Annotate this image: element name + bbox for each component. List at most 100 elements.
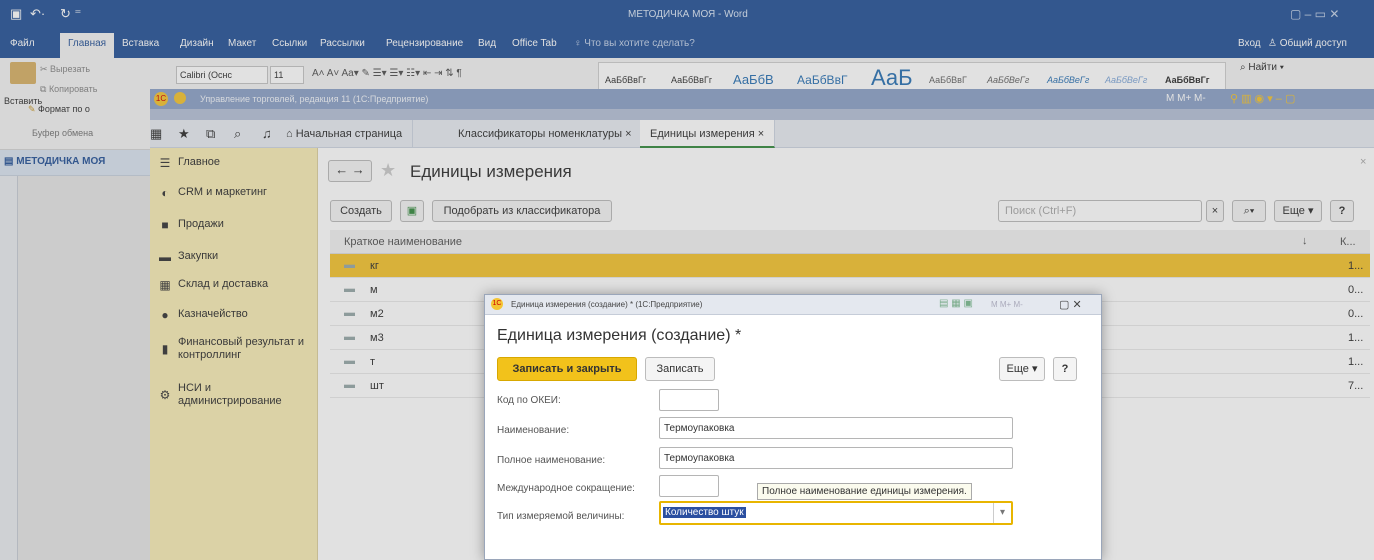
style-item[interactable]: АаБбВеГг (1105, 75, 1147, 85)
style-item[interactable]: АаБбВвГ (797, 73, 847, 87)
tab-units[interactable]: Единицы измерения × (640, 120, 776, 148)
font-tools-icon[interactable]: A˄ A˅ Aa▾ ✎ ☰▾ ☰▾ ☷▾ ⇤ ⇥ ⇅ ¶ (312, 68, 462, 79)
chart-icon: ▮ (161, 342, 169, 356)
dialog-tool-icons[interactable]: ▤ ▦ ▣ (939, 298, 973, 309)
dialog-title-bar: 1C Единица измерения (создание) * (1С:Пр… (485, 295, 1101, 315)
table-row[interactable]: ▬ кг 1... (330, 254, 1370, 278)
word-title-bar: ▣ ↶· ↻ ⁼ МЕТОДИЧКА МОЯ - Word ▢ – ▭ ✕ (0, 0, 1374, 30)
onec-panel-tabs: ▦ ★ ⧉ ⌕ ♫ ⌂ Начальная страница Классифик… (150, 120, 1374, 148)
dialog-window-buttons[interactable]: ▢ ✕ (1059, 298, 1082, 311)
pick-from-classifier-button[interactable]: Подобрать из классификатора (432, 200, 612, 222)
column-code[interactable]: К... (1340, 236, 1356, 248)
chevron-down-icon[interactable]: ▾ (993, 503, 1011, 523)
font-size-select[interactable]: 11 (270, 66, 304, 84)
dialog-memory-status: M M+ M- (991, 300, 1023, 309)
name-label: Наименование: (497, 425, 570, 436)
style-item[interactable]: АаБбВ (733, 72, 774, 87)
tab-home[interactable]: Главная (60, 33, 115, 58)
find-button[interactable]: ⌕ Найти ▾ (1240, 62, 1284, 73)
section-purchases[interactable]: ▬ Закупки (150, 250, 318, 268)
quantity-type-select[interactable]: Количество штук ▾ (659, 501, 1013, 525)
scissors-icon: ✂ (40, 64, 51, 74)
style-item[interactable]: АаБбВвГг (1165, 75, 1210, 85)
tab-nomenclature-classifiers[interactable]: Классификаторы номенклатуры × (448, 120, 643, 148)
section-sales[interactable]: ■ Продажи (150, 218, 318, 236)
style-item[interactable]: АаБбВвГг (671, 75, 712, 85)
section-admin[interactable]: ⚙ НСИ и администрирование (150, 382, 318, 410)
item-icon: ▬ (344, 331, 355, 343)
lightbulb-icon: ♀ (574, 38, 585, 49)
help-button[interactable]: ? (1330, 200, 1354, 222)
close-icon[interactable]: × (1360, 156, 1366, 168)
dialog-help-button[interactable]: ? (1053, 357, 1077, 381)
person-icon: ♙ (1268, 38, 1280, 49)
onec-title-gap (150, 109, 1374, 120)
vertical-ruler (0, 176, 18, 560)
dialog-more-button[interactable]: Еще ▾ (999, 357, 1045, 381)
warehouse-icon: ▦ (159, 278, 171, 292)
format-painter-button[interactable]: ✎ Формат по о (28, 104, 90, 115)
save-icon[interactable]: ▣ (10, 6, 22, 22)
paste-icon[interactable] (10, 62, 36, 84)
tab-file[interactable]: Файл (10, 38, 35, 49)
section-treasury[interactable]: ● Казначейство (150, 308, 318, 326)
cut-button[interactable]: ✂ Вырезать (40, 64, 90, 75)
search-input[interactable]: Поиск (Ctrl+F) (998, 200, 1202, 222)
tab-insert[interactable]: Вставка (122, 38, 159, 49)
copy-doc-icon[interactable]: ▣ (400, 200, 424, 222)
favorites-icon[interactable]: ★ (178, 126, 190, 142)
brush-icon: ✎ (28, 104, 39, 114)
onec-toolbar-icons[interactable]: ⚲ ▥ ◉ ▾ – ▢ (1230, 92, 1295, 105)
document-tab[interactable]: ▤ МЕТОДИЧКА МОЯ (4, 156, 105, 167)
save-and-close-button[interactable]: Записать и закрыть (497, 357, 637, 381)
style-item[interactable]: АаБбВвГ (929, 75, 967, 85)
bell-icon[interactable]: ♫ (262, 126, 272, 141)
create-button[interactable]: Создать (330, 200, 392, 222)
search-icon[interactable]: ⌕ (234, 126, 241, 142)
sign-in-link[interactable]: Вход (1238, 38, 1261, 49)
sort-icon[interactable]: ↓ (1302, 235, 1308, 247)
style-item[interactable]: АаБбВеГг (987, 75, 1029, 85)
document-icon: ▤ (4, 156, 17, 167)
name-input[interactable]: Термоупаковка (659, 417, 1013, 439)
tell-me-box[interactable]: ♀ Что вы хотите сделать? (574, 38, 695, 49)
intl-abbr-label: Международное сокращение: (497, 483, 635, 494)
history-icon[interactable]: ⧉ (206, 126, 215, 142)
save-button[interactable]: Записать (645, 357, 715, 381)
section-main[interactable]: ☰ Главное (150, 156, 318, 174)
tab-mailings[interactable]: Рассылки (320, 38, 365, 49)
style-item[interactable]: АаБбВеГг (1047, 75, 1089, 85)
okei-input[interactable] (659, 389, 719, 411)
intl-abbr-input[interactable] (659, 475, 719, 497)
back-forward-buttons[interactable]: ← → (328, 160, 372, 182)
tab-home-page[interactable]: ⌂ Начальная страница (276, 120, 414, 148)
section-crm[interactable]: ◐ CRM и маркетинг (150, 186, 318, 204)
tab-office-tab[interactable]: Office Tab (512, 38, 557, 49)
more-button[interactable]: Еще ▾ (1274, 200, 1322, 222)
copy-button[interactable]: ⧉ Копировать (40, 84, 97, 95)
undo-icon[interactable]: ↶· (30, 6, 45, 22)
clear-search-icon[interactable]: × (1206, 200, 1224, 222)
section-warehouse[interactable]: ▦ Склад и доставка (150, 278, 318, 296)
style-item[interactable]: АаБ (871, 65, 913, 91)
search-button[interactable]: ⌕▾ (1232, 200, 1266, 222)
tab-layout[interactable]: Макет (228, 38, 256, 49)
window-controls-icon[interactable]: ▢ – ▭ ✕ (1290, 7, 1339, 21)
page-title: Единицы измерения (410, 162, 572, 181)
column-short-name[interactable]: Краткое наименование (344, 236, 462, 248)
tab-view[interactable]: Вид (478, 38, 496, 49)
apps-grid-icon[interactable]: ▦ (150, 126, 162, 142)
tab-review[interactable]: Рецензирование (386, 38, 463, 49)
onec-menu-icon[interactable] (174, 92, 186, 104)
share-button[interactable]: ♙ Общий доступ (1268, 38, 1347, 49)
font-name-select[interactable]: Calibri (Оснс (176, 66, 268, 84)
onec-logo-icon: 1C (154, 92, 168, 106)
section-finance[interactable]: ▮ Финансовый результат и контроллинг (150, 336, 318, 364)
redo-icon[interactable]: ↻ ⁼ (60, 6, 81, 22)
favorite-star-icon[interactable]: ★ (380, 160, 396, 181)
full-name-input[interactable]: Термоупаковка (659, 447, 1013, 469)
tab-design[interactable]: Дизайн (180, 38, 214, 49)
style-item[interactable]: АаБбВвГг (605, 75, 646, 85)
tab-references[interactable]: Ссылки (272, 38, 307, 49)
search-icon: ⌕▾ (1243, 205, 1255, 217)
